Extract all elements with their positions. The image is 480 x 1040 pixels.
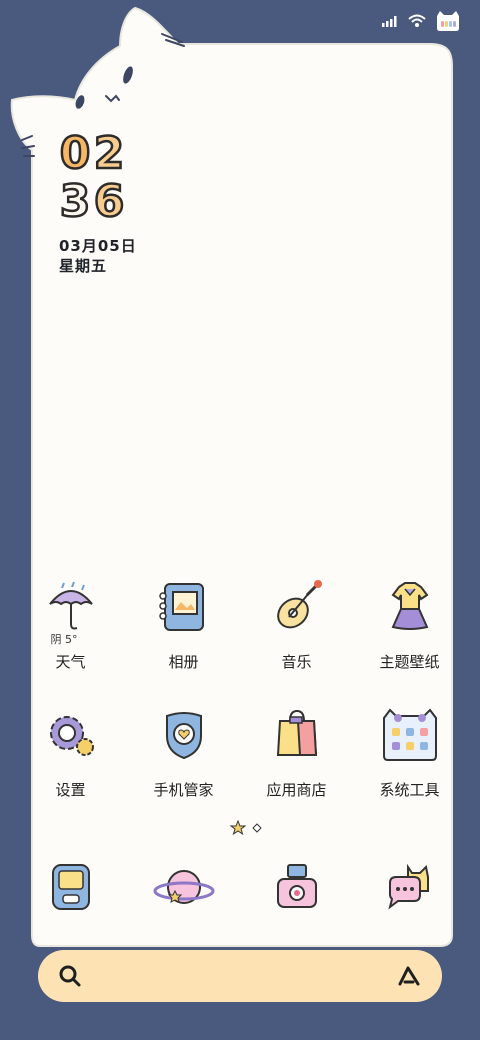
gear-icon xyxy=(39,703,103,767)
app-system-tools[interactable]: 系统工具 xyxy=(353,703,466,811)
planet-icon xyxy=(152,855,216,919)
clock-hour-2: 2 xyxy=(92,128,125,179)
dock-app-browser[interactable] xyxy=(127,855,240,925)
guitar-icon xyxy=(265,575,329,639)
camera-icon xyxy=(265,855,329,919)
app-album[interactable]: 相册 xyxy=(127,575,240,683)
app-label: 应用商店 xyxy=(266,781,327,799)
umbrella-icon: 阴 5° xyxy=(39,575,103,646)
assistant-icon[interactable] xyxy=(396,964,422,988)
app-label: 音乐 xyxy=(281,653,312,671)
app-store[interactable]: 应用商店 xyxy=(240,703,353,811)
dock-app-camera[interactable] xyxy=(240,855,353,925)
dock-app-phone[interactable] xyxy=(14,855,127,925)
app-label: 系统工具 xyxy=(379,781,440,799)
clock-minute-2: 6 xyxy=(92,176,125,227)
folder-icon xyxy=(378,703,442,767)
phone-icon xyxy=(39,855,103,919)
wifi-icon xyxy=(408,14,426,27)
shield-icon xyxy=(152,703,216,767)
app-music[interactable]: 音乐 xyxy=(240,575,353,683)
search-bar[interactable] xyxy=(38,950,442,1002)
clock-minute-1: 3 xyxy=(58,176,91,227)
message-icon xyxy=(378,855,442,919)
app-label: 设置 xyxy=(55,781,86,799)
app-label: 天气 xyxy=(55,653,86,671)
dock xyxy=(14,855,466,925)
search-icon[interactable] xyxy=(58,964,82,988)
diamond-icon xyxy=(252,823,262,833)
app-weather[interactable]: 阴 5° 天气 xyxy=(14,575,127,683)
app-grid: 阴 5° 天气 相册 音乐 主题壁纸 设置 手机管家 应用商店 系统工具 xyxy=(14,575,466,811)
shopping-bag-icon xyxy=(265,703,329,767)
star-icon xyxy=(230,820,246,836)
dress-icon xyxy=(378,575,442,639)
clock-widget[interactable]: 0 2 3 6 xyxy=(58,128,126,227)
dock-app-messages[interactable] xyxy=(353,855,466,925)
date-weekday: 星期五 xyxy=(59,257,108,275)
date-day: 03月05日 xyxy=(59,237,137,255)
status-bar xyxy=(382,10,462,32)
app-label: 相册 xyxy=(168,653,199,671)
weather-temp: 阴 5° xyxy=(50,633,78,646)
date-widget: 03月05日 星期五 xyxy=(59,236,137,276)
signal-icon xyxy=(382,16,397,27)
app-themes[interactable]: 主题壁纸 xyxy=(353,575,466,683)
battery-cat-icon xyxy=(437,11,459,31)
app-settings[interactable]: 设置 xyxy=(14,703,127,811)
app-label: 主题壁纸 xyxy=(379,653,440,671)
app-phone-manager[interactable]: 手机管家 xyxy=(127,703,240,811)
clock-hour-1: 0 xyxy=(58,128,91,179)
app-label: 手机管家 xyxy=(153,781,214,799)
page-indicator[interactable] xyxy=(230,820,262,836)
album-icon xyxy=(152,575,216,639)
